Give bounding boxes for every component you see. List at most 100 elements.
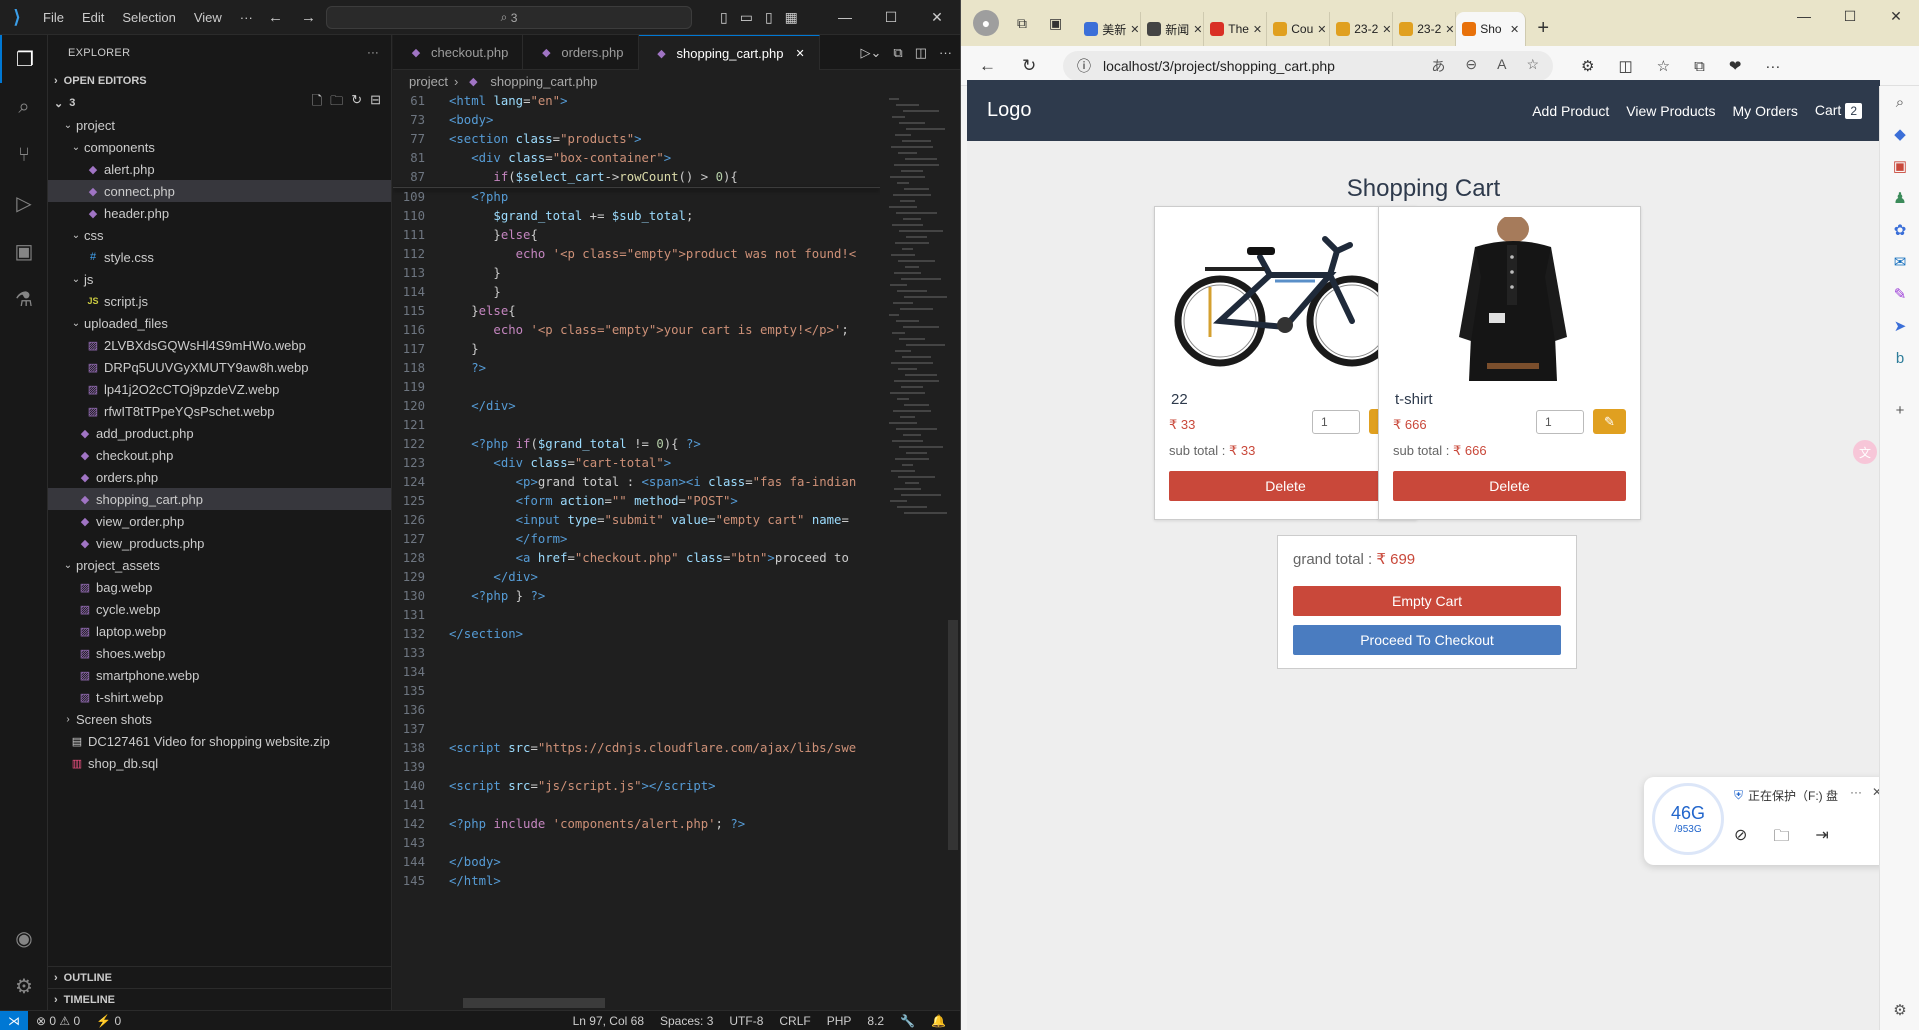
php-version[interactable]: 8.2 [859, 1014, 892, 1028]
minimize-icon[interactable]: — [1781, 0, 1827, 32]
menu-item[interactable]: View [185, 0, 231, 35]
line-ending[interactable]: CRLF [771, 1014, 818, 1028]
favorite-star-icon[interactable]: ☆ [1526, 56, 1539, 76]
close-tab-icon[interactable]: ✕ [1382, 23, 1391, 36]
nav-add-product[interactable]: Add Product [1532, 103, 1609, 119]
bell-icon[interactable]: 🔔 [923, 1014, 954, 1028]
wrench-icon[interactable]: 🔧 [892, 1014, 923, 1028]
nav-view-products[interactable]: View Products [1626, 103, 1715, 119]
editor-tab[interactable]: ◆ orders.php [523, 35, 639, 70]
quantity-input[interactable]: 1 [1536, 410, 1584, 434]
indentation[interactable]: Spaces: 3 [652, 1014, 721, 1028]
customize-layout-icon[interactable]: ▦ [785, 9, 798, 26]
toolbox-icon[interactable]: ▣ [1880, 150, 1919, 182]
tree-file[interactable]: ▨ t-shirt.webp [48, 686, 391, 708]
tree-file[interactable]: ◆ add_product.php [48, 422, 391, 444]
tree-file[interactable]: ◆ view_products.php [48, 532, 391, 554]
run-debug-icon[interactable]: ▷ [0, 179, 48, 227]
tree-file[interactable]: ▨ cycle.webp [48, 598, 391, 620]
refresh-icon[interactable]: ↻ [351, 92, 362, 114]
tree-file[interactable]: JS script.js [48, 290, 391, 312]
empty-cart-button[interactable]: Empty Cart [1293, 586, 1561, 616]
command-center-search[interactable]: ⌕ 3 [326, 6, 692, 29]
tree-file[interactable]: ◆ alert.php [48, 158, 391, 180]
favorites-icon[interactable]: ☆ [1657, 57, 1670, 75]
browser-tab[interactable]: 23-2 ✕ [1393, 12, 1457, 46]
menu-item[interactable]: Edit [73, 0, 113, 35]
new-folder-icon[interactable]: 🗀 [330, 92, 343, 114]
close-tab-icon[interactable]: ✕ [1317, 23, 1326, 36]
vertical-scrollbar[interactable] [948, 620, 958, 850]
more-actions-icon[interactable]: ··· [367, 47, 379, 59]
ports-indicator[interactable]: ⚡ 0 [88, 1014, 129, 1028]
tree-file[interactable]: ▨ laptop.webp [48, 620, 391, 642]
collections-icon[interactable]: ⧉ [1694, 58, 1705, 75]
update-quantity-button[interactable]: ✎ [1593, 409, 1626, 434]
maximize-icon[interactable]: ☐ [868, 0, 914, 35]
close-tab-icon[interactable]: ✕ [1445, 23, 1454, 36]
close-tab-icon[interactable]: ✕ [1253, 23, 1262, 36]
info-icon[interactable]: ⓘ [1077, 56, 1091, 76]
browser-tab[interactable]: 美新 ✕ [1078, 12, 1142, 46]
testing-icon[interactable]: ⚗ [0, 275, 48, 323]
delete-button[interactable]: Delete [1393, 471, 1626, 501]
close-icon[interactable]: ✕ [1873, 0, 1919, 32]
open-editors-section[interactable]: › OPEN EDITORS [48, 70, 391, 92]
tree-folder[interactable]: ⌄ project [48, 114, 391, 136]
extensions-icon[interactable]: ▣ [0, 227, 48, 275]
explorer-icon[interactable]: ❐ [0, 35, 48, 83]
checkout-button[interactable]: Proceed To Checkout [1293, 625, 1561, 655]
site-logo[interactable]: Logo [987, 99, 1032, 122]
tree-file[interactable]: ◆ connect.php [48, 180, 391, 202]
tag-icon[interactable]: ◆ [1880, 118, 1919, 150]
tree-file[interactable]: ▨ rfwIT8tTPpeYQsPschet.webp [48, 400, 391, 422]
profile-avatar[interactable]: ● [973, 10, 999, 36]
more-actions-icon[interactable]: ··· [939, 45, 952, 60]
tab-actions-icon[interactable]: ▣ [1049, 15, 1062, 32]
menu-item[interactable]: Selection [113, 0, 184, 35]
outline-section[interactable]: › OUTLINE [48, 966, 392, 988]
nav-cart[interactable]: Cart 2 [1815, 102, 1862, 119]
cursor-position[interactable]: Ln 97, Col 68 [565, 1014, 652, 1028]
close-tab-icon[interactable]: ✕ [1193, 23, 1202, 36]
tree-file[interactable]: ◆ orders.php [48, 466, 391, 488]
minimize-icon[interactable]: — [822, 0, 868, 35]
language-mode[interactable]: PHP [819, 1014, 860, 1028]
exit-icon[interactable]: ⇥ [1815, 825, 1828, 852]
outlook-icon[interactable]: ✉ [1880, 246, 1919, 278]
browser-tab[interactable]: 新闻 ✕ [1141, 12, 1205, 46]
games-icon[interactable]: ♟ [1880, 182, 1919, 214]
horizontal-scrollbar[interactable] [463, 998, 605, 1008]
back-arrow-icon[interactable]: ← [979, 56, 996, 76]
toggle-secondary-sidebar-icon[interactable]: ▯ [765, 9, 773, 26]
menu-item[interactable]: File [34, 0, 73, 35]
toggle-panel-icon[interactable]: ▭ [740, 9, 753, 26]
tree-folder[interactable]: ⌄ uploaded_files [48, 312, 391, 334]
code-editor[interactable]: 61 <html lang="en"> 73 <body> 77 <section cla… [393, 92, 880, 992]
tree-folder[interactable]: ⌄ js [48, 268, 391, 290]
tree-file[interactable]: ◆ checkout.php [48, 444, 391, 466]
tree-file[interactable]: ▨ shoes.webp [48, 642, 391, 664]
more-icon[interactable]: ··· [1765, 58, 1780, 75]
tree-file[interactable]: # style.css [48, 246, 391, 268]
read-aloud-icon[interactable]: A [1497, 56, 1506, 76]
add-icon[interactable]: + [1880, 394, 1919, 426]
designer-icon[interactable]: ✎ [1880, 278, 1919, 310]
tree-file[interactable]: ▨ bag.webp [48, 576, 391, 598]
close-tab-icon[interactable]: ✕ [795, 47, 804, 60]
tree-file[interactable]: ▨ DRPq5UUVGyXMUTY9aw8h.webp [48, 356, 391, 378]
new-file-icon[interactable]: 🗋 [312, 92, 322, 114]
send-icon[interactable]: ➤ [1880, 310, 1919, 342]
settings-gear-icon[interactable]: ⚙ [0, 962, 48, 1010]
workspace-root[interactable]: ⌄ 3 🗋 🗀 ↻ ⊟ [48, 92, 391, 114]
performance-icon[interactable]: ❤ [1729, 57, 1742, 75]
run-icon[interactable]: ▷⌄ [861, 45, 882, 61]
delete-button[interactable]: Delete [1169, 471, 1402, 501]
split-screen-icon[interactable]: ◫ [1618, 57, 1632, 75]
address-bar[interactable]: ⓘ localhost/3/project/shopping_cart.php … [1063, 51, 1553, 81]
collapse-all-icon[interactable]: ⊟ [370, 92, 381, 114]
close-icon[interactable]: ✕ [914, 0, 960, 35]
toggle-sidebar-icon[interactable]: ▯ [720, 9, 728, 26]
tree-file[interactable]: ▤ DC127461 Video for shopping website.zip [48, 730, 391, 752]
browser-tab[interactable]: The ✕ [1204, 12, 1268, 46]
